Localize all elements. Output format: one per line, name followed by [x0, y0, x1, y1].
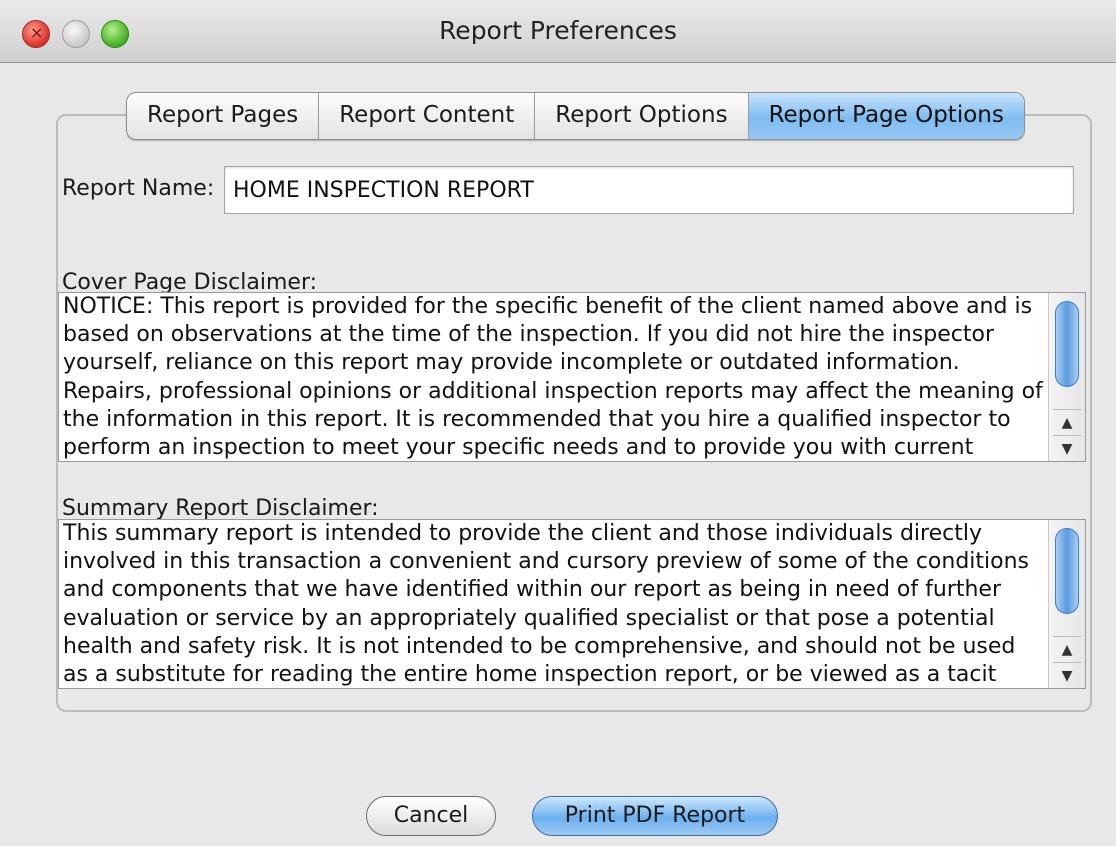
- report-name-input[interactable]: HOME INSPECTION REPORT: [224, 166, 1074, 214]
- scroll-down-arrow-icon[interactable]: ▼: [1053, 435, 1081, 462]
- tab-report-options[interactable]: Report Options: [535, 93, 749, 139]
- scroll-thumb[interactable]: [1055, 528, 1079, 614]
- scroll-down-arrow-icon[interactable]: ▼: [1053, 662, 1081, 689]
- cover-disclaimer-scrollbar[interactable]: ▲ ▼: [1048, 293, 1085, 461]
- tab-bar: Report Pages Report Content Report Optio…: [126, 92, 1025, 140]
- report-name-label: Report Name:: [62, 176, 215, 201]
- print-pdf-report-button[interactable]: Print PDF Report: [532, 796, 778, 836]
- cover-disclaimer-text: NOTICE: This report is provided for the …: [63, 294, 1043, 461]
- cancel-button[interactable]: Cancel: [366, 796, 496, 836]
- scroll-up-arrow-icon[interactable]: ▲: [1053, 636, 1081, 663]
- window-title: Report Preferences: [439, 16, 677, 45]
- cover-disclaimer-textarea[interactable]: NOTICE: This report is provided for the …: [58, 292, 1086, 462]
- tab-report-page-options[interactable]: Report Page Options: [748, 93, 1024, 139]
- tab-report-content[interactable]: Report Content: [319, 93, 536, 139]
- summary-disclaimer-scrollbar[interactable]: ▲ ▼: [1048, 520, 1085, 688]
- title-bar: × Report Preferences: [0, 0, 1116, 63]
- scroll-up-arrow-icon[interactable]: ▲: [1053, 409, 1081, 436]
- scroll-thumb[interactable]: [1055, 301, 1079, 387]
- summary-disclaimer-textarea[interactable]: This summary report is intended to provi…: [58, 519, 1086, 689]
- summary-disclaimer-text: This summary report is intended to provi…: [63, 521, 1037, 688]
- summary-disclaimer-label: Summary Report Disclaimer:: [62, 496, 379, 521]
- tab-report-pages[interactable]: Report Pages: [127, 93, 320, 139]
